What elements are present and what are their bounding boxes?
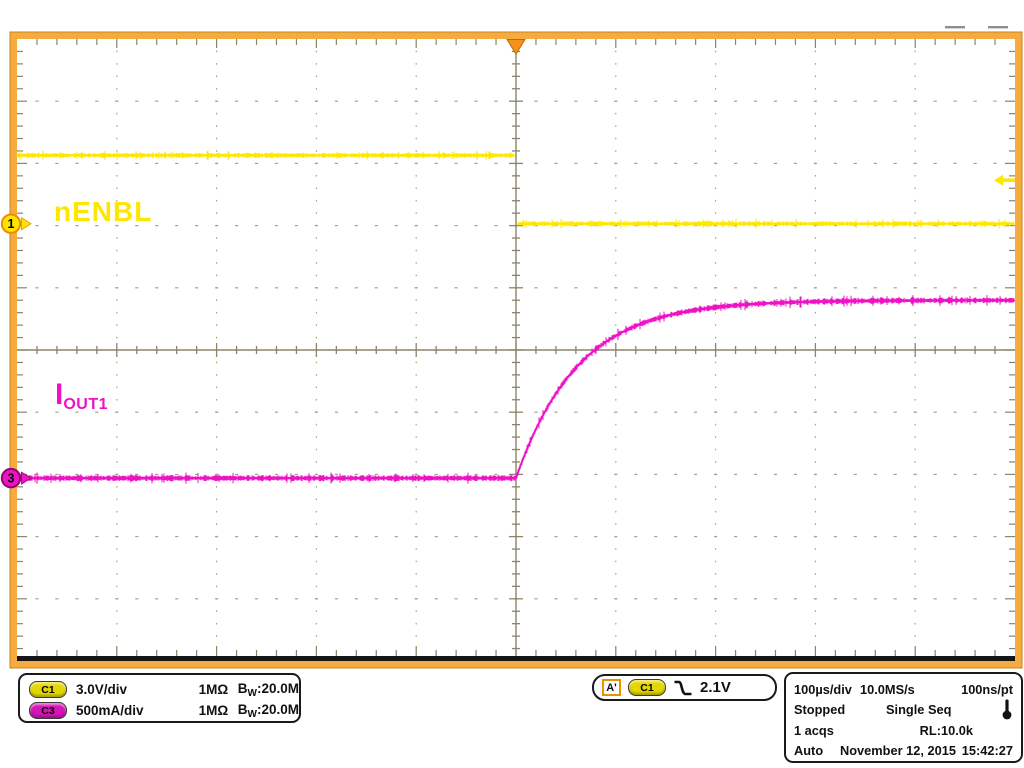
status-row: Auto November 12, 2015 15:42:27 (794, 741, 1013, 762)
bw-letter: B (238, 681, 248, 696)
timebase-scale: 100µs/div (794, 682, 860, 697)
ch1-scale: 3.0V/div (76, 682, 199, 697)
acquisition-count-row: 1 acqs RL:10.0k (794, 720, 1013, 741)
sample-resolution: 100ns/pt (961, 682, 1013, 697)
acquisition-state: Stopped (794, 702, 886, 717)
ch3-trace-label: IOUT1 (55, 378, 108, 414)
trigger-level: 2.1V (700, 679, 731, 696)
marker-pin-icon (1001, 699, 1013, 720)
ch3-label-subscript: OUT1 (63, 396, 108, 413)
sample-rate: 10.0MS/s (860, 682, 915, 697)
ch1-bandwidth: BW:20.0M (238, 681, 299, 699)
ch1-badge: C1 (29, 681, 67, 698)
time-label: 15:42:27 (962, 743, 1013, 758)
ch3-impedance: 1MΩ (199, 703, 238, 718)
bw-value: :20.0M (257, 702, 299, 717)
acquisition-state-row: Stopped Single Seq (794, 700, 1013, 721)
acquisition-readout-box: 100µs/div 10.0MS/s 100ns/pt Stopped Sing… (784, 672, 1023, 763)
bw-sub: W (248, 709, 257, 720)
trigger-mode: Auto (794, 743, 840, 758)
falling-edge-icon (673, 680, 693, 696)
ch1-trace-label: nENBL (54, 196, 152, 228)
oscilloscope-screen: 13 nENBL IOUT1 C1 3.0V/div 1MΩ BW:20.0M … (0, 0, 1024, 768)
acquisition-count: 1 acqs (794, 723, 834, 738)
ch3-readout-row: C3 500mA/div 1MΩ BW:20.0M (29, 700, 299, 721)
record-length: RL:10.0k (920, 723, 973, 738)
ch3-scale: 500mA/div (76, 703, 199, 718)
bw-sub: W (248, 688, 257, 699)
ch1-impedance: 1MΩ (199, 682, 238, 697)
bw-letter: B (238, 702, 248, 717)
bw-value: :20.0M (257, 681, 299, 696)
timebase-row: 100µs/div 10.0MS/s 100ns/pt (794, 679, 1013, 700)
ch3-bandwidth: BW:20.0M (238, 702, 299, 720)
ch1-readout-row: C1 3.0V/div 1MΩ BW:20.0M (29, 679, 299, 700)
ch3-badge: C3 (29, 702, 67, 719)
graticule-canvas: 13 (0, 0, 1024, 768)
trigger-channel-badge: C1 (628, 679, 666, 696)
svg-text:1: 1 (8, 217, 15, 231)
trigger-readout-box: A' C1 2.1V (592, 674, 777, 701)
date-label: November 12, 2015 (840, 743, 956, 758)
acquisition-mode: Single Seq (886, 702, 951, 717)
trigger-source-chip: A' (602, 679, 621, 696)
svg-text:3: 3 (8, 471, 15, 485)
channel-readout-box: C1 3.0V/div 1MΩ BW:20.0M C3 500mA/div 1M… (18, 673, 301, 723)
